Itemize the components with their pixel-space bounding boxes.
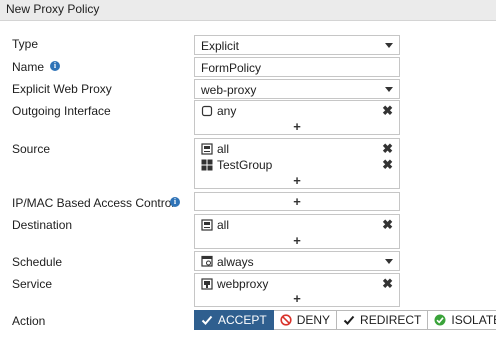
check-circle-icon xyxy=(434,314,446,326)
add-item-button[interactable]: + xyxy=(195,234,399,248)
user-group-icon xyxy=(201,159,213,171)
type-select[interactable]: Explicit xyxy=(194,35,400,55)
remove-icon[interactable]: ✖ xyxy=(382,157,393,173)
accept-label: ACCEPT xyxy=(218,313,267,327)
chevron-down-icon xyxy=(385,43,393,48)
outgoing-interface-label: Outgoing Interface xyxy=(12,104,111,118)
chevron-down-icon xyxy=(385,87,393,92)
service-label: Service xyxy=(12,277,53,291)
address-icon xyxy=(201,219,213,231)
interface-icon xyxy=(201,105,213,117)
list-item[interactable]: any ✖ xyxy=(195,103,399,119)
destination-label: Destination xyxy=(12,218,73,232)
outgoing-interface-field[interactable]: any ✖ + xyxy=(194,100,400,135)
action-button-group: ACCEPT DENY REDIRECT ISOLATE xyxy=(194,310,496,330)
type-value: Explicit xyxy=(201,39,240,53)
remove-icon[interactable]: ✖ xyxy=(382,217,393,233)
schedule-select[interactable]: always xyxy=(194,251,400,271)
deny-label: DENY xyxy=(296,313,331,327)
accept-button[interactable]: ACCEPT xyxy=(194,310,274,330)
list-item[interactable]: all ✖ xyxy=(195,141,399,157)
item-label: all xyxy=(217,142,230,156)
schedule-value: always xyxy=(217,255,254,269)
info-icon[interactable]: i xyxy=(170,197,180,207)
chevron-down-icon xyxy=(385,259,393,264)
service-field[interactable]: webproxy ✖ + xyxy=(194,273,400,307)
list-item[interactable]: TestGroup ✖ xyxy=(195,157,399,173)
remove-icon[interactable]: ✖ xyxy=(382,276,393,292)
service-icon xyxy=(201,278,213,290)
list-item[interactable]: webproxy ✖ xyxy=(195,276,399,292)
source-field[interactable]: all ✖ TestGroup ✖ + xyxy=(194,138,400,189)
dialog-title-bar: New Proxy Policy xyxy=(0,0,496,21)
add-item-button[interactable]: + xyxy=(195,174,399,188)
item-label: any xyxy=(217,104,237,118)
redirect-label: REDIRECT xyxy=(360,313,422,327)
check-icon xyxy=(201,315,213,325)
deny-icon xyxy=(280,314,292,326)
action-label: Action xyxy=(12,314,46,328)
calendar-icon xyxy=(201,255,213,267)
explicit-web-proxy-label: Explicit Web Proxy xyxy=(12,82,112,96)
remove-icon[interactable]: ✖ xyxy=(382,141,393,157)
add-item-button[interactable]: + xyxy=(195,120,399,134)
item-label: TestGroup xyxy=(217,158,273,172)
remove-icon[interactable]: ✖ xyxy=(382,103,393,119)
type-label: Type xyxy=(12,37,39,51)
destination-field[interactable]: all ✖ + xyxy=(194,214,400,249)
ipmac-label: IP/MAC Based Access Control xyxy=(12,196,175,210)
list-item[interactable]: all ✖ xyxy=(195,217,399,233)
isolate-button[interactable]: ISOLATE xyxy=(428,310,496,330)
dialog-title: New Proxy Policy xyxy=(6,2,100,16)
ipmac-field[interactable]: + xyxy=(194,192,400,211)
schedule-label: Schedule xyxy=(12,255,63,269)
isolate-label: ISOLATE xyxy=(451,313,496,327)
deny-button[interactable]: DENY xyxy=(273,310,338,330)
name-value: FormPolicy xyxy=(201,61,262,75)
check-icon xyxy=(343,315,355,325)
add-item-button[interactable]: + xyxy=(195,292,399,306)
add-item-button[interactable]: + xyxy=(195,195,399,209)
redirect-button[interactable]: REDIRECT xyxy=(337,310,429,330)
item-label: webproxy xyxy=(217,277,269,291)
info-icon[interactable]: i xyxy=(50,61,60,71)
source-label: Source xyxy=(12,142,51,156)
name-input[interactable]: FormPolicy xyxy=(194,57,400,77)
explicit-web-proxy-select[interactable]: web-proxy xyxy=(194,79,400,99)
name-label: Name xyxy=(12,60,45,74)
item-label: all xyxy=(217,218,230,232)
address-icon xyxy=(201,143,213,155)
explicit-web-proxy-value: web-proxy xyxy=(201,83,257,97)
